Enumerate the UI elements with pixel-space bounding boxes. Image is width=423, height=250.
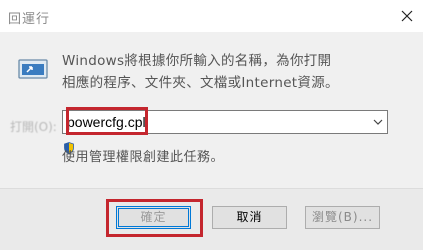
window-title: 回運行 bbox=[8, 12, 51, 27]
browse-button[interactable]: 瀏覽(B)... bbox=[305, 206, 380, 229]
description-line-2: 相應的程序、文件夾、文檔或Internet資源。 bbox=[62, 75, 339, 91]
cancel-button[interactable]: 取消 bbox=[212, 206, 287, 229]
run-icon bbox=[18, 59, 48, 79]
run-description: Windows將根據你所輸入的名稱，為你打開 相應的程序、文件夾、文檔或Inte… bbox=[62, 50, 412, 94]
description-line-1: Windows將根據你所輸入的名稱，為你打開 bbox=[62, 53, 332, 69]
close-icon bbox=[401, 10, 413, 22]
open-input[interactable] bbox=[67, 113, 357, 130]
open-label: 打開(O): bbox=[10, 120, 57, 134]
ok-button[interactable]: 確定 bbox=[116, 206, 191, 229]
close-button[interactable] bbox=[391, 0, 423, 32]
chevron-down-icon[interactable] bbox=[372, 116, 384, 128]
title-bar: 回運行 bbox=[0, 0, 423, 32]
admin-note: 使用管理權限創建此任務。 bbox=[62, 150, 225, 165]
open-combobox[interactable] bbox=[62, 110, 388, 134]
